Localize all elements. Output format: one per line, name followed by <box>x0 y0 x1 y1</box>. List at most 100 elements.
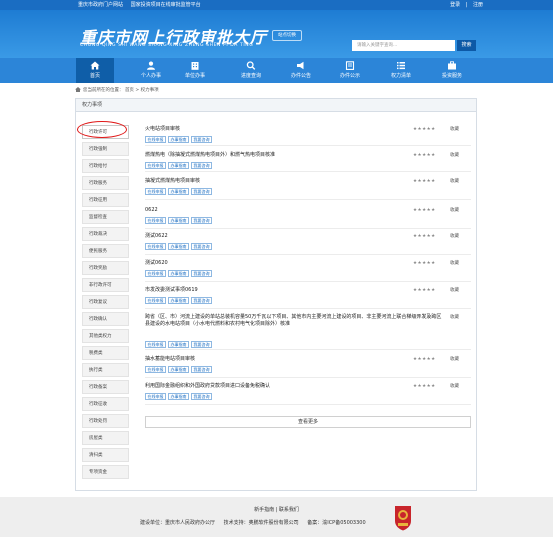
sidebar-item[interactable]: 清扫类 <box>82 448 129 462</box>
apply-online-button[interactable]: 在线申报 <box>145 270 166 277</box>
sidebar-item[interactable]: 专项资金 <box>82 465 129 479</box>
favorite-button[interactable]: 收藏 <box>450 208 459 214</box>
apply-online-button[interactable]: 在线申报 <box>145 217 166 224</box>
matter-title[interactable]: 0622 <box>145 207 158 214</box>
favorite-button[interactable]: 收藏 <box>450 384 459 390</box>
guide-button[interactable]: 办事指南 <box>168 136 189 143</box>
apply-online-button[interactable]: 在线申报 <box>145 341 166 348</box>
apply-online-button[interactable]: 在线申报 <box>145 297 166 304</box>
sidebar-item[interactable]: 行政征用 <box>82 193 129 207</box>
nav-label: 办件公告 <box>290 73 311 79</box>
favorite-button[interactable]: 收藏 <box>450 261 459 267</box>
matter-title[interactable]: 燃煤热电（除抽凝式燃煤热电项目外）和燃气热电项目核准 <box>145 152 275 159</box>
rating-stars: ★★★★★ <box>413 288 436 293</box>
sidebar-item[interactable]: 行政奖励 <box>82 261 129 275</box>
matter-title[interactable]: 抽水蓄能电站项目审核 <box>145 356 195 363</box>
search-input[interactable] <box>352 40 455 51</box>
consult-button[interactable]: 我要咨询 <box>191 297 212 304</box>
matter-title[interactable]: 利用国际金融组织和外国政府贷款项目进口设备免税确认 <box>145 383 270 390</box>
consult-button[interactable]: 我要咨询 <box>191 217 212 224</box>
icp-text[interactable]: 备案：渝ICP备05003300 <box>307 520 365 526</box>
apply-online-button[interactable]: 在线申报 <box>145 188 166 195</box>
favorite-button[interactable]: 收藏 <box>450 127 459 133</box>
nav-label: 权力清单 <box>390 73 411 79</box>
matter-title[interactable]: 抽凝式燃煤热电项目审核 <box>145 178 200 185</box>
nav-item-company[interactable]: 单位办事 <box>176 58 214 83</box>
nav-item-power-list[interactable]: 权力清单 <box>382 58 420 83</box>
favorite-button[interactable]: 收藏 <box>450 315 459 321</box>
sidebar-item[interactable]: 非行政许可 <box>82 278 129 292</box>
sidebar-item[interactable]: 行政服务 <box>82 176 129 190</box>
matter-title[interactable]: 测试0622 <box>145 233 168 240</box>
matter-title[interactable]: 跨省（区、市）河流上建设的单站总装机容量50万千瓦以下项目、其他市内主要河流上建… <box>145 314 445 327</box>
consult-button[interactable]: 我要咨询 <box>191 341 212 348</box>
favorite-button[interactable]: 收藏 <box>450 179 459 185</box>
consult-button[interactable]: 我要咨询 <box>191 162 212 169</box>
footer-links[interactable]: 新手指南 | 联系我们 <box>0 506 553 513</box>
guide-button[interactable]: 办事指南 <box>168 270 189 277</box>
apply-online-button[interactable]: 在线申报 <box>145 136 166 143</box>
nav-label: 进度查询 <box>240 73 261 79</box>
consult-button[interactable]: 我要咨询 <box>191 366 212 373</box>
consult-button[interactable]: 我要咨询 <box>191 136 212 143</box>
register-link[interactable]: 注册 <box>473 2 483 8</box>
sidebar-item[interactable]: 其他类权力 <box>82 329 129 343</box>
top-bar: 重庆市政府门户网站 国家投资项目在线审批监管平台 登录 | 注册 <box>0 0 553 10</box>
favorite-button[interactable]: 收藏 <box>450 234 459 240</box>
matter-title[interactable]: 市发改委测试事项0619 <box>145 287 198 294</box>
platform-link[interactable]: 国家投资项目在线审批监管平台 <box>131 2 201 8</box>
guide-button[interactable]: 办事指南 <box>168 188 189 195</box>
sidebar-item[interactable]: 监督检查 <box>82 210 129 224</box>
sidebar-item[interactable]: 行政备案 <box>82 380 129 394</box>
nav-item-notice[interactable]: 办件公告 <box>282 58 320 83</box>
sidebar-item[interactable]: 执行类 <box>82 363 129 377</box>
consult-button[interactable]: 我要咨询 <box>191 188 212 195</box>
matter-actions: 在线申报 办事指南 我要咨询 <box>145 243 214 250</box>
nav-item-publicity[interactable]: 办件公示 <box>331 58 369 83</box>
guide-button[interactable]: 办事指南 <box>168 366 189 373</box>
sidebar-item[interactable]: 行政给付 <box>82 159 129 173</box>
apply-online-button[interactable]: 在线申报 <box>145 162 166 169</box>
portal-link[interactable]: 重庆市政府门户网站 <box>78 2 123 8</box>
sidebar-item[interactable]: 税费类 <box>82 346 129 360</box>
matter-title[interactable]: 火电站项目审核 <box>145 126 180 133</box>
guide-button[interactable]: 办事指南 <box>168 341 189 348</box>
consult-button[interactable]: 我要咨询 <box>191 270 212 277</box>
guide-button[interactable]: 办事指南 <box>168 217 189 224</box>
list-item: 抽水蓄能电站项目审核 在线申报 办事指南 我要咨询 ★★★★★ 收藏 <box>145 356 471 378</box>
nav-item-home[interactable]: 首页 <box>76 58 114 83</box>
nav-item-investment[interactable]: 投资服务 <box>433 58 471 83</box>
gov-emblem-icon[interactable] <box>393 505 413 531</box>
sidebar-item[interactable]: 行政强制 <box>82 142 129 156</box>
apply-online-button[interactable]: 在线申报 <box>145 243 166 250</box>
sidebar-item[interactable]: 便民服务 <box>82 244 129 258</box>
view-more-button[interactable]: 查看更多 <box>145 416 471 428</box>
sidebar-item[interactable]: 行政征收 <box>82 397 129 411</box>
sidebar-item[interactable]: 行政复议 <box>82 295 129 309</box>
matter-title[interactable]: 测试0620 <box>145 260 168 267</box>
apply-online-button[interactable]: 在线申报 <box>145 393 166 400</box>
sidebar-item[interactable]: 房屋类 <box>82 431 129 445</box>
site-switch-button[interactable]: 站点切换 <box>272 30 302 41</box>
apply-online-button[interactable]: 在线申报 <box>145 366 166 373</box>
breadcrumb-home[interactable]: 首页 <box>125 88 134 93</box>
sidebar-item[interactable]: 行政裁决 <box>82 227 129 241</box>
guide-button[interactable]: 办事指南 <box>168 393 189 400</box>
guide-button[interactable]: 办事指南 <box>168 243 189 250</box>
home-icon <box>75 87 81 92</box>
favorite-button[interactable]: 收藏 <box>450 153 459 159</box>
list-item: 测试0622 在线申报 办事指南 我要咨询 ★★★★★ 收藏 <box>145 233 471 255</box>
favorite-button[interactable]: 收藏 <box>450 357 459 363</box>
matter-actions: 在线申报 办事指南 我要咨询 <box>145 188 214 195</box>
sidebar-item[interactable]: 行政处罚 <box>82 414 129 428</box>
guide-button[interactable]: 办事指南 <box>168 162 189 169</box>
consult-button[interactable]: 我要咨询 <box>191 243 212 250</box>
favorite-button[interactable]: 收藏 <box>450 288 459 294</box>
nav-item-personal[interactable]: 个人办事 <box>132 58 170 83</box>
search-button[interactable]: 搜索 <box>457 40 476 51</box>
consult-button[interactable]: 我要咨询 <box>191 393 212 400</box>
sidebar-item[interactable]: 行政确认 <box>82 312 129 326</box>
login-link[interactable]: 登录 <box>450 2 460 8</box>
guide-button[interactable]: 办事指南 <box>168 297 189 304</box>
nav-item-progress[interactable]: 进度查询 <box>232 58 270 83</box>
